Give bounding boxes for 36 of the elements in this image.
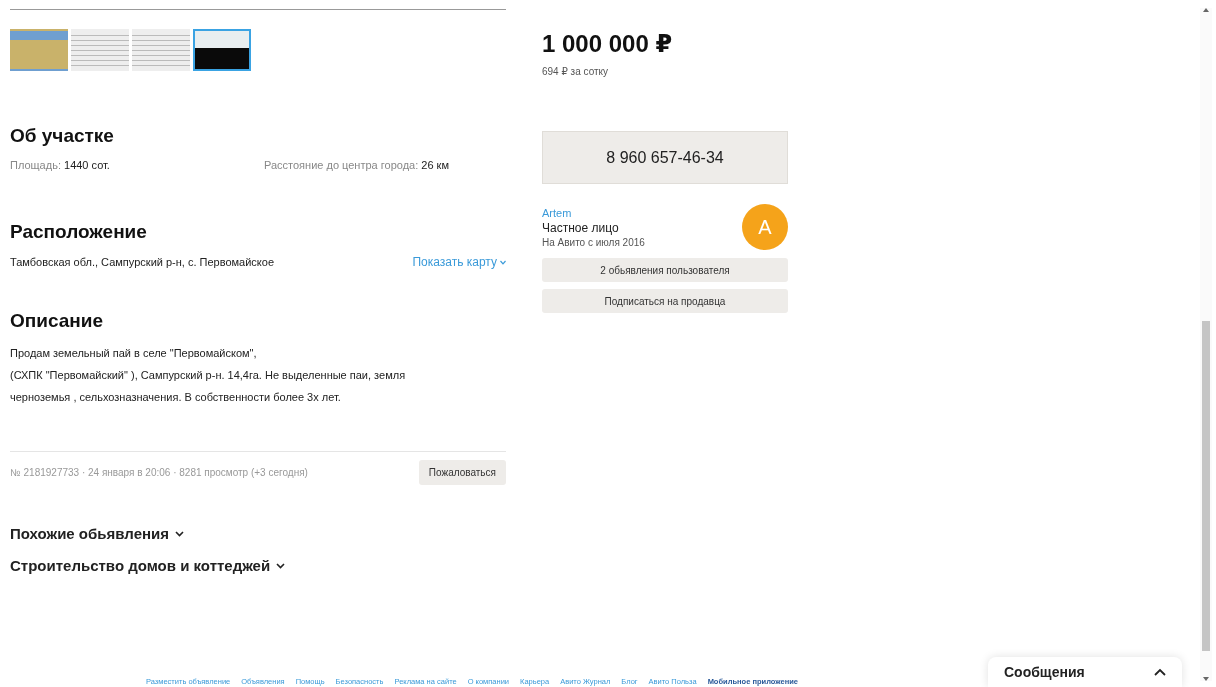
- scrollbar[interactable]: [1200, 8, 1212, 681]
- phone-button[interactable]: 8 960 657-46-34: [542, 131, 788, 184]
- photo-thumbnail[interactable]: [193, 29, 251, 71]
- price-per-unit-text: 694 ₽ за сотку: [542, 66, 610, 77]
- photo-thumbnail[interactable]: [71, 29, 129, 71]
- seller-action-button[interactable]: Подписаться на продавца: [542, 289, 788, 313]
- chevron-icon: [276, 562, 286, 569]
- photo-thumbnail[interactable]: [10, 29, 68, 71]
- messages-title: Сообщения: [1004, 664, 1085, 680]
- parameter-text: Площадь: 1440 сот.: [10, 159, 111, 171]
- collapsible-section-header[interactable]: Строительство домов и коттеджей: [10, 557, 506, 574]
- section-title: Расположение: [10, 221, 148, 243]
- photo-thumbnail[interactable]: [132, 29, 190, 71]
- chevron-icon: [1154, 668, 1166, 676]
- scrollbar-thumb[interactable]: [1202, 321, 1210, 651]
- address-text: Тамбовская обл., Сампурский р-н, с. Первомайское: [10, 256, 275, 268]
- parameter-text: Расстояние до центра города: 26 км: [264, 159, 449, 171]
- collapsible-section-header[interactable]: Похожие обьявления: [10, 525, 506, 542]
- section-title: Описание: [10, 310, 105, 332]
- messages-panel[interactable]: Сообщения: [988, 657, 1182, 687]
- description-text: Продам земельный пай в селе "Первомайском",: [10, 346, 258, 361]
- show-map-link[interactable]: Показать карту: [412, 255, 506, 269]
- chevron-down-icon: [500, 259, 506, 265]
- scroll-down-icon[interactable]: [1203, 677, 1209, 681]
- scroll-up-icon[interactable]: [1203, 8, 1209, 12]
- member-since-text: На Авито с июля 2016: [542, 236, 645, 248]
- report-button[interactable]: Пожаловаться: [418, 460, 506, 485]
- avatar: A: [742, 204, 788, 250]
- chevron-icon: [175, 530, 184, 537]
- seller-action-button[interactable]: 2 обьявления пользователя: [542, 258, 788, 282]
- price-text: 1 000 000 ₽: [542, 30, 674, 58]
- seller-type-text: Частное лицо: [542, 220, 620, 235]
- description-text: (СХПК "Первомайский" ), Сампурский р-н. 14,4га. Не выделенные паи, земля черноземья , сельхозназначения. В собственности более 3х лет.: [10, 368, 407, 405]
- section-title: Об участке: [10, 125, 115, 147]
- seller-name-link[interactable]: Artem: [542, 206, 645, 219]
- listing-info-text: № 2181927733 · 24 января в 20:06 · 8281 просмотр (+3 сегодня): [10, 467, 308, 478]
